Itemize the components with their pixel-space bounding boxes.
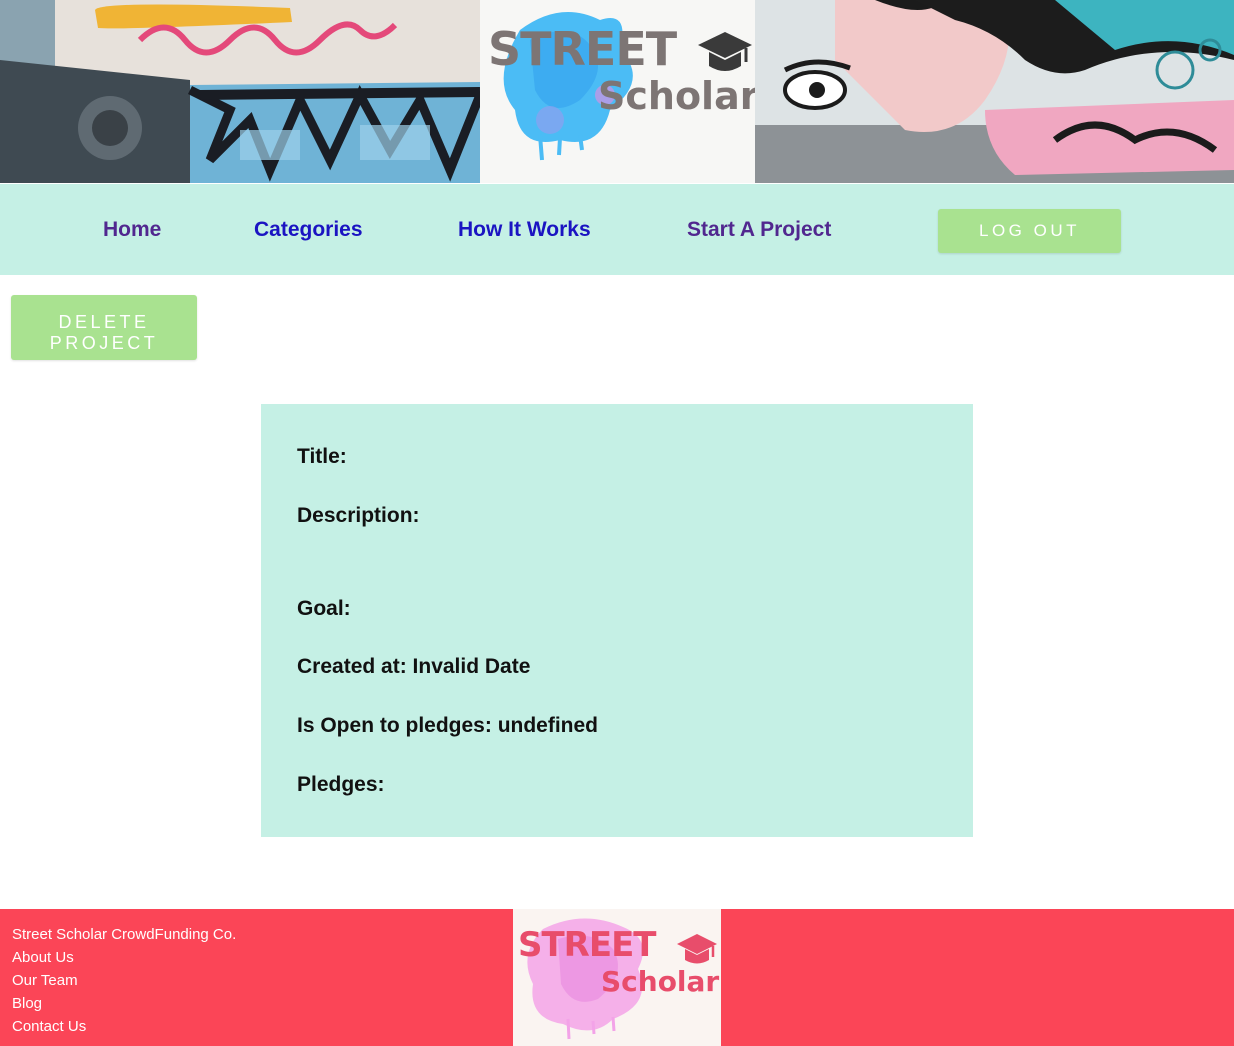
footer: Street Scholar CrowdFunding Co. About Us…: [0, 909, 1234, 1046]
nav-link-how-it-works[interactable]: How It Works: [458, 184, 591, 275]
project-created-at: Created at: Invalid Date: [297, 655, 531, 678]
footer-graduation-cap-icon: [677, 934, 717, 964]
delete-project-label-line1: DELETE: [58, 312, 150, 332]
footer-link-about[interactable]: About Us: [12, 946, 236, 969]
footer-logo[interactable]: STREET Scholar: [513, 909, 721, 1046]
main-nav: Home Categories How It Works Start A Pro…: [0, 184, 1234, 275]
project-goal: Goal:: [297, 597, 351, 620]
graffiti-left-art: [0, 0, 480, 183]
footer-links: Street Scholar CrowdFunding Co. About Us…: [12, 923, 236, 1038]
footer-link-company[interactable]: Street Scholar CrowdFunding Co.: [12, 923, 236, 946]
delete-project-label-line2: PROJECT: [49, 333, 159, 353]
graffiti-right-image: [755, 0, 1234, 183]
footer-logo-text-scholar: Scholar: [601, 965, 720, 998]
delete-project-button[interactable]: DELETE PROJECT: [11, 295, 197, 360]
project-title: Title:: [297, 445, 347, 468]
nav-link-categories[interactable]: Categories: [254, 184, 363, 275]
header-banner: STREET Scholar: [0, 0, 1234, 183]
project-pledges: Pledges:: [297, 773, 385, 796]
footer-logo-text-street: STREET: [518, 925, 657, 965]
nav-link-start-project[interactable]: Start A Project: [687, 184, 831, 275]
page: STREET Scholar Home Categories How It Wo…: [0, 0, 1234, 1046]
graduation-cap-icon: [698, 32, 752, 71]
logout-button[interactable]: LOG OUT: [938, 209, 1121, 253]
nav-link-home[interactable]: Home: [103, 184, 161, 275]
logo-text-street: STREET: [488, 22, 677, 76]
footer-link-blog[interactable]: Blog: [12, 992, 236, 1015]
footer-link-contact[interactable]: Contact Us: [12, 1015, 236, 1038]
graffiti-right-art: [755, 0, 1234, 183]
project-details-card: Title: Description: Goal: Created at: In…: [261, 404, 973, 837]
project-description: Description:: [297, 504, 420, 527]
header-logo[interactable]: STREET Scholar: [480, 0, 755, 183]
project-is-open: Is Open to pledges: undefined: [297, 714, 599, 737]
graffiti-left-image: [0, 0, 480, 183]
footer-link-team[interactable]: Our Team: [12, 969, 236, 992]
logo-text-scholar: Scholar: [598, 74, 755, 118]
